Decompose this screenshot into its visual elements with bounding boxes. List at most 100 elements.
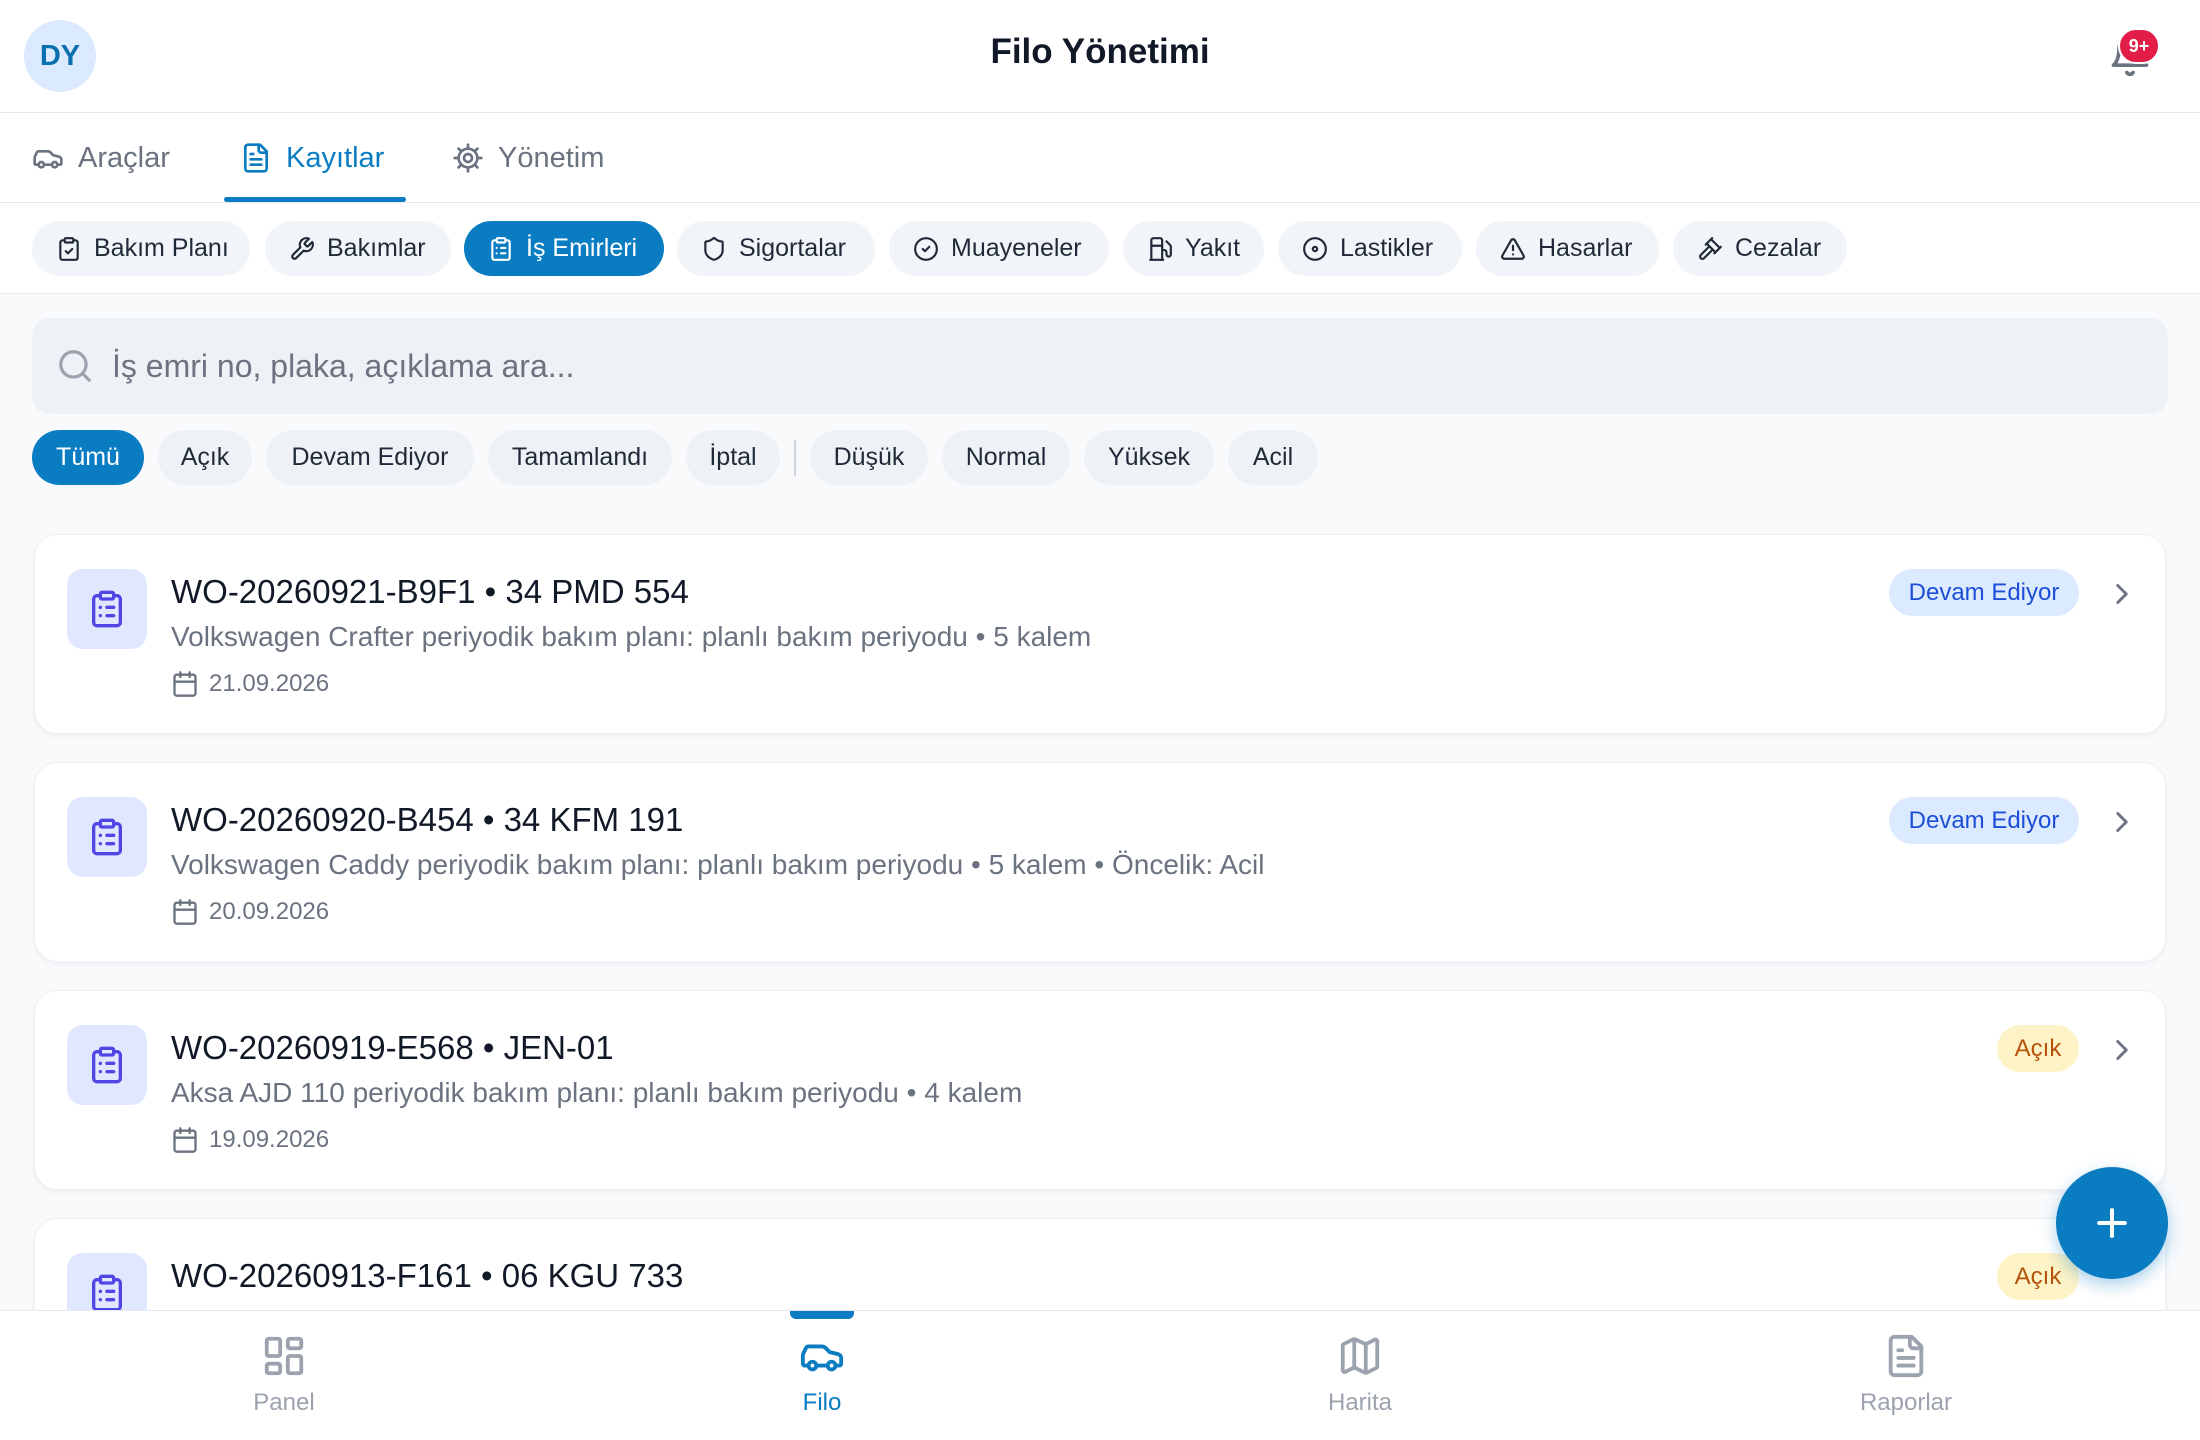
- tab-label: Kayıtlar: [286, 141, 385, 174]
- nav-label: Panel: [253, 1389, 315, 1416]
- fuel-icon: [1147, 236, 1173, 262]
- work-order-title: WO-20260913-F161 • 06 KGU 733: [171, 1257, 684, 1294]
- chip-bakimlar[interactable]: Bakımlar: [265, 221, 451, 276]
- nav-label: Harita: [1327, 1389, 1393, 1416]
- work-order-date: 20.09.2026: [171, 898, 329, 926]
- filter-acik[interactable]: Açık: [158, 430, 252, 485]
- filter-tumu[interactable]: Tümü: [32, 430, 144, 485]
- filter-dusuk[interactable]: Düşük: [810, 430, 928, 485]
- active-nav-indicator: [790, 1311, 854, 1319]
- map-icon: [1337, 1333, 1383, 1379]
- gear-icon: [452, 142, 484, 174]
- chip-muayeneler[interactable]: Muayeneler: [889, 221, 1109, 276]
- clipboard-list-icon: [67, 797, 147, 877]
- search-bar: [32, 318, 2168, 414]
- chip-cezalar[interactable]: Cezalar: [1673, 221, 1847, 276]
- work-order-card[interactable]: WO-20260921-B9F1 • 34 PMD 554 Volkswagen…: [34, 534, 2166, 734]
- check-circle-icon: [913, 236, 939, 262]
- tab-yonetim[interactable]: Yönetim: [452, 113, 604, 203]
- tab-kayitlar[interactable]: Kayıtlar: [240, 113, 384, 203]
- warning-icon: [1500, 236, 1526, 262]
- chip-hasarlar[interactable]: Hasarlar: [1476, 221, 1659, 276]
- filter-yuksek[interactable]: Yüksek: [1084, 430, 1214, 485]
- work-order-title: WO-20260921-B9F1 • 34 PMD 554: [171, 573, 689, 610]
- work-order-date: 21.09.2026: [171, 670, 329, 698]
- chevron-right-icon[interactable]: [2105, 577, 2139, 611]
- chip-label: Cezalar: [1735, 234, 1822, 262]
- filter-devam-ediyor[interactable]: Devam Ediyor: [266, 430, 474, 485]
- chip-yakit[interactable]: Yakıt: [1123, 221, 1264, 276]
- main-tabs: Araçlar Kayıtlar Yönetim: [0, 113, 2200, 203]
- status-badge: Açık: [1997, 1025, 2079, 1072]
- chip-lastikler[interactable]: Lastikler: [1278, 221, 1462, 276]
- date-text: 21.09.2026: [209, 670, 330, 697]
- filter-tamamlandi[interactable]: Tamamlandı: [488, 430, 672, 485]
- car-icon: [32, 142, 64, 174]
- plus-icon: [2090, 1201, 2134, 1245]
- bottom-nav: Panel Filo Harita Raporlar: [0, 1310, 2200, 1440]
- chevron-right-icon[interactable]: [2105, 805, 2139, 839]
- wrench-icon: [289, 236, 315, 262]
- work-order-description: Volkswagen Caddy periyodik bakım planı: …: [171, 849, 1265, 880]
- chip-label: İş Emirleri: [526, 234, 638, 262]
- tire-icon: [1302, 236, 1328, 262]
- nav-label: Filo: [802, 1389, 842, 1416]
- work-order-title: WO-20260919-E568 • JEN-01: [171, 1029, 614, 1066]
- work-order-date: 19.09.2026: [171, 1126, 329, 1154]
- chip-label: Bakım Planı: [94, 234, 229, 262]
- nav-panel[interactable]: Panel: [184, 1333, 384, 1417]
- filter-divider: [794, 440, 796, 476]
- chip-label: Bakımlar: [327, 234, 426, 262]
- calendar-icon: [171, 670, 199, 698]
- category-chips: Bakım Planı Bakımlar İş Emirleri Sigorta…: [0, 203, 2200, 294]
- chip-bakim-plani[interactable]: Bakım Planı: [32, 221, 250, 276]
- work-order-title: WO-20260920-B454 • 34 KFM 191: [171, 801, 684, 838]
- active-tab-indicator: [224, 197, 406, 202]
- shield-icon: [701, 236, 727, 262]
- clipboard-list-icon: [488, 236, 514, 262]
- chip-label: Yakıt: [1185, 234, 1241, 262]
- nav-raporlar[interactable]: Raporlar: [1806, 1333, 2006, 1417]
- chip-label: Sigortalar: [739, 234, 846, 262]
- filter-iptal[interactable]: İptal: [686, 430, 780, 485]
- status-badge: Devam Ediyor: [1889, 569, 2079, 616]
- nav-filo[interactable]: Filo: [722, 1333, 922, 1417]
- add-work-order-button[interactable]: [2056, 1167, 2168, 1279]
- search-input[interactable]: [112, 347, 2012, 385]
- chip-sigortalar[interactable]: Sigortalar: [677, 221, 875, 276]
- report-icon: [1883, 1333, 1929, 1379]
- chip-label: Muayeneler: [951, 234, 1082, 262]
- work-order-card[interactable]: WO-20260919-E568 • JEN-01 Aksa AJD 110 p…: [34, 990, 2166, 1190]
- work-order-card[interactable]: WO-20260920-B454 • 34 KFM 191 Volkswagen…: [34, 762, 2166, 962]
- grid-icon: [261, 1333, 307, 1379]
- tab-label: Araçlar: [78, 141, 170, 174]
- clipboard-list-icon: [67, 569, 147, 649]
- filter-acil[interactable]: Acil: [1228, 430, 1318, 485]
- chip-label: Lastikler: [1340, 234, 1434, 262]
- search-icon: [56, 347, 94, 385]
- work-order-description: Volkswagen Crafter periyodik bakım planı…: [171, 621, 1092, 652]
- gavel-icon: [1697, 236, 1723, 262]
- date-text: 19.09.2026: [209, 1126, 330, 1153]
- clipboard-list-icon: [67, 1253, 147, 1310]
- page-title: Filo Yönetimi: [990, 32, 1210, 71]
- top-bar: DY Filo Yönetimi 9+: [0, 0, 2200, 113]
- status-badge: Devam Ediyor: [1889, 797, 2079, 844]
- document-icon: [240, 142, 272, 174]
- tab-araclar[interactable]: Araçlar: [32, 113, 170, 203]
- status-badge: Açık: [1997, 1253, 2079, 1300]
- chip-label: Hasarlar: [1538, 234, 1633, 262]
- chip-is-emirleri[interactable]: İş Emirleri: [464, 221, 664, 276]
- work-order-card[interactable]: WO-20260913-F161 • 06 KGU 733 Açık: [34, 1218, 2166, 1310]
- calendar-icon: [171, 898, 199, 926]
- notification-badge: 9+: [2118, 28, 2160, 64]
- car-icon: [796, 1333, 848, 1379]
- date-text: 20.09.2026: [209, 898, 330, 925]
- tab-label: Yönetim: [498, 141, 605, 174]
- calendar-icon: [171, 1126, 199, 1154]
- filter-normal[interactable]: Normal: [942, 430, 1070, 485]
- nav-harita[interactable]: Harita: [1260, 1333, 1460, 1417]
- work-order-list: WO-20260921-B9F1 • 34 PMD 554 Volkswagen…: [0, 532, 2200, 1310]
- nav-label: Raporlar: [1859, 1389, 1953, 1416]
- chevron-right-icon[interactable]: [2105, 1033, 2139, 1067]
